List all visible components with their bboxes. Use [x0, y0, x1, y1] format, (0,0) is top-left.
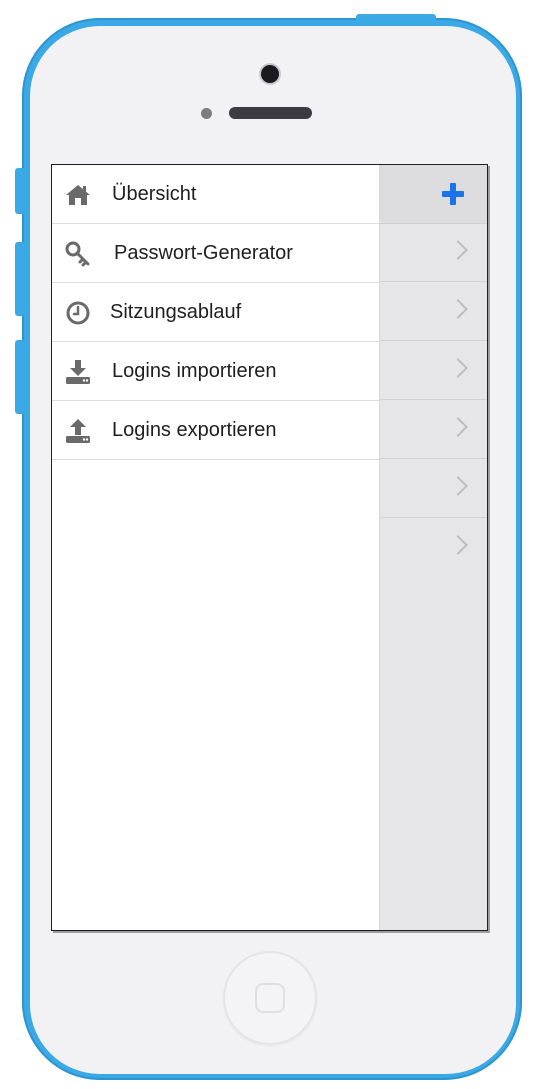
app-screen: Übersicht Passwort-Generator Sitzungsabl…	[51, 164, 488, 931]
list-item[interactable]	[380, 400, 487, 459]
chevron-right-icon	[448, 417, 468, 437]
list-item[interactable]	[380, 518, 487, 576]
menu-item-password-generator[interactable]: Passwort-Generator	[52, 224, 379, 283]
menu-item-label: Logins importieren	[112, 360, 277, 382]
list-item[interactable]	[380, 459, 487, 518]
proximity-sensor	[201, 108, 212, 119]
menu-item-session-timeout[interactable]: Sitzungsablauf	[52, 283, 379, 342]
front-camera	[261, 65, 279, 83]
upload-icon	[65, 418, 91, 444]
chevron-right-icon	[448, 476, 468, 496]
menu-item-label: Passwort-Generator	[114, 242, 293, 264]
menu-item-label: Logins exportieren	[112, 419, 277, 441]
plus-icon[interactable]	[442, 183, 464, 205]
list-item[interactable]	[380, 282, 487, 341]
main-header	[380, 165, 487, 224]
list-item[interactable]	[380, 341, 487, 400]
clock-icon	[65, 300, 91, 326]
chevron-right-icon	[448, 299, 468, 319]
power-button	[356, 14, 436, 22]
chevron-right-icon	[448, 240, 468, 260]
list-item[interactable]	[380, 223, 487, 282]
home-button-square-icon	[255, 983, 285, 1013]
volume-down-button	[15, 340, 25, 414]
earpiece-speaker	[229, 107, 312, 119]
key-icon	[65, 241, 91, 267]
chevron-right-icon	[448, 358, 468, 378]
download-icon	[65, 359, 91, 385]
side-menu: Übersicht Passwort-Generator Sitzungsabl…	[52, 165, 380, 930]
mute-switch	[15, 168, 25, 214]
home-button[interactable]	[223, 951, 317, 1045]
menu-item-import-logins[interactable]: Logins importieren	[52, 342, 379, 401]
main-content-pane	[380, 165, 487, 930]
menu-item-label: Übersicht	[112, 183, 197, 205]
home-icon	[65, 182, 91, 208]
volume-up-button	[15, 242, 25, 316]
menu-item-label: Sitzungsablauf	[110, 301, 242, 323]
menu-item-overview[interactable]: Übersicht	[52, 165, 379, 224]
menu-item-export-logins[interactable]: Logins exportieren	[52, 401, 379, 460]
chevron-right-icon	[448, 535, 468, 555]
